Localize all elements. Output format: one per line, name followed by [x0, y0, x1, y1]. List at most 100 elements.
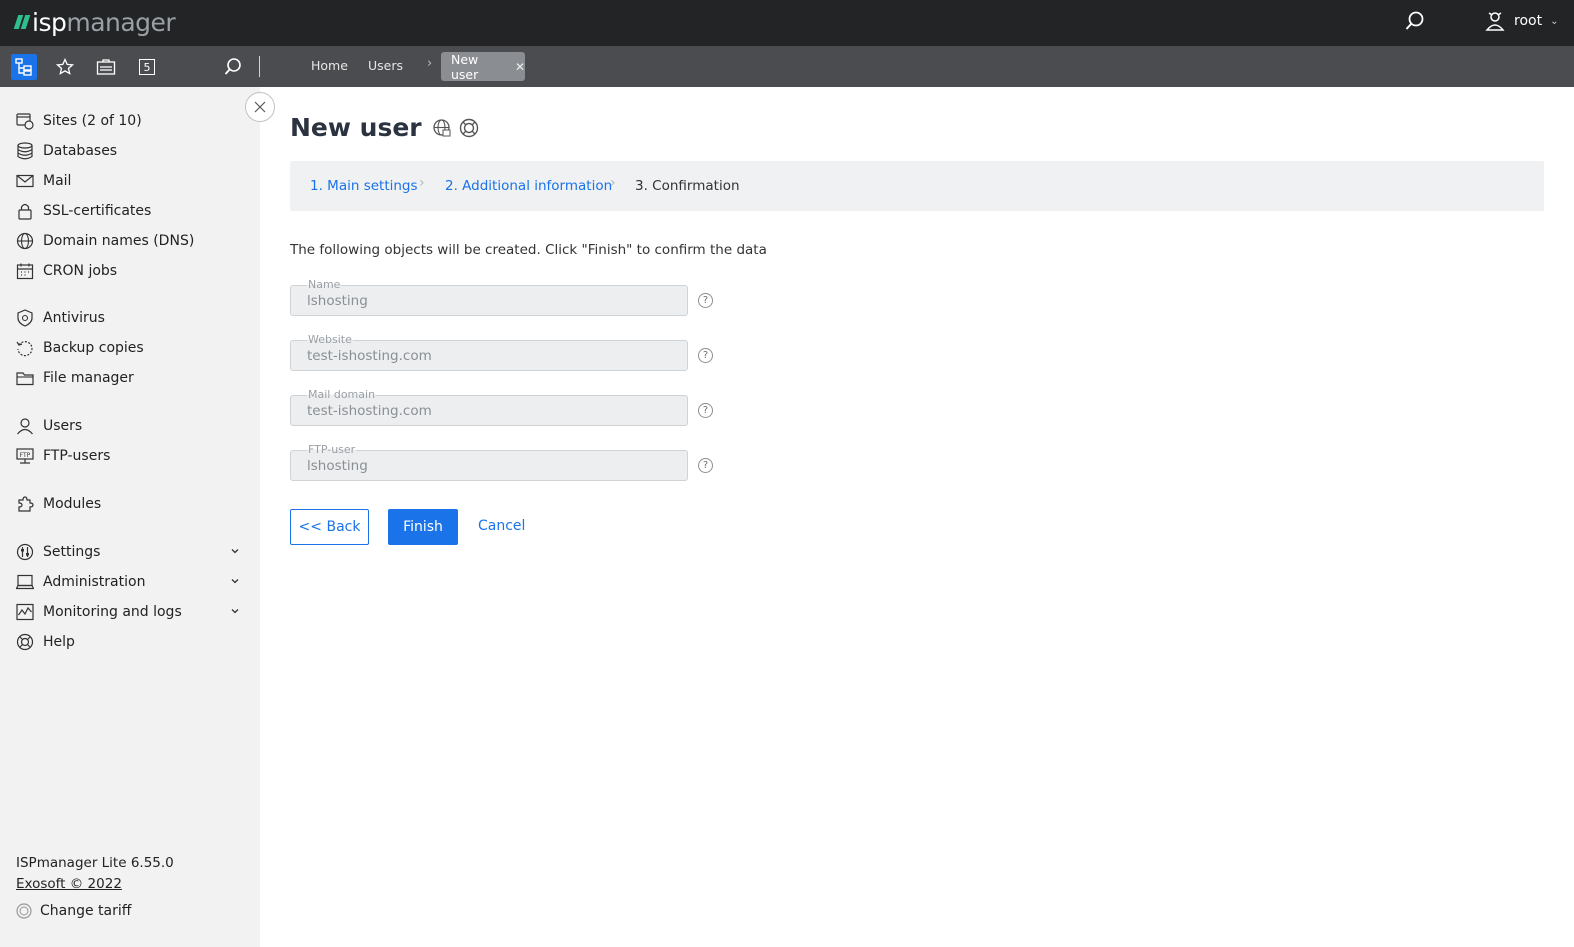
ispmanager-logo[interactable]: ispmanager [13, 7, 176, 37]
sites-icon [16, 112, 34, 130]
puzzle-icon [16, 495, 34, 513]
sidebar-item-backup-copies[interactable]: Backup copies [16, 337, 244, 359]
tariff-icon [16, 903, 32, 919]
sidebar-item-label: FTP-users [43, 448, 111, 464]
logo-text: ispmanager [32, 7, 176, 37]
confirmation-intro: The following objects will be created. C… [290, 242, 767, 258]
ftp-icon: FTP [16, 447, 34, 465]
sidebar-item-label: SSL-certificates [43, 203, 152, 219]
global-search-icon[interactable] [1404, 10, 1426, 32]
close-sidebar-icon[interactable] [245, 92, 275, 122]
help-icon[interactable]: ? [698, 293, 713, 308]
mail-domain-field[interactable]: Mail domain test-ishosting.com [290, 388, 688, 426]
cancel-button[interactable]: Cancel [478, 518, 525, 534]
favorites-star-icon[interactable] [52, 54, 78, 80]
sidebar-item-label: File manager [43, 370, 134, 386]
top-bar: ispmanager root ⌄ [0, 0, 1574, 46]
chevron-down-icon [230, 576, 240, 586]
sidebar-item-administration[interactable]: Administration [16, 571, 244, 593]
sidebar-item-antivirus[interactable]: Antivirus [16, 307, 244, 329]
sidebar-item-monitoring-logs[interactable]: Monitoring and logs [16, 601, 244, 623]
sidebar-item-file-manager[interactable]: File manager [16, 367, 244, 389]
sidebar-item-label: Help [43, 634, 75, 650]
folder-icon [16, 369, 34, 387]
sidebar-item-mail[interactable]: Mail [16, 170, 244, 192]
tab-new-user-label: New user [451, 51, 479, 82]
back-button[interactable]: << Back [290, 509, 369, 545]
calendar-icon [16, 262, 34, 280]
settings-icon [16, 543, 34, 561]
sidebar-item-label: Mail [43, 173, 72, 189]
sidebar-item-help[interactable]: Help [16, 631, 244, 653]
shield-icon [16, 309, 34, 327]
page-title: New user [290, 113, 479, 142]
sidebar-item-settings[interactable]: Settings [16, 541, 244, 563]
sidebar-item-sites[interactable]: Sites (2 of 10) [16, 110, 244, 132]
step-additional-information[interactable]: 2. Additional information [445, 178, 612, 194]
help-icon[interactable]: ? [698, 403, 713, 418]
sidebar-item-label: Modules [43, 496, 102, 512]
step-chevron-icon: › [419, 175, 425, 191]
lifebuoy-icon [16, 633, 34, 651]
ftp-user-field[interactable]: FTP-user lshosting [290, 443, 688, 481]
chevron-down-icon: ⌄ [1550, 15, 1559, 27]
lifebuoy-icon[interactable] [459, 118, 479, 138]
sidebar-item-label: Monitoring and logs [43, 604, 182, 620]
page-title-text: New user [290, 113, 422, 142]
field-label: Mail domain [307, 388, 377, 401]
step-confirmation: 3. Confirmation [635, 178, 740, 194]
close-tab-icon[interactable]: ✕ [515, 60, 525, 74]
globe-help-icon[interactable] [432, 118, 451, 137]
menu-tree-icon[interactable] [11, 54, 37, 80]
database-icon [16, 142, 34, 160]
menu-search-icon[interactable] [220, 54, 246, 80]
wizard-steps: 1. Main settings › 2. Additional informa… [290, 161, 1544, 211]
step-main-settings[interactable]: 1. Main settings [310, 178, 418, 194]
user-icon [16, 417, 34, 435]
sidebar-item-cron-jobs[interactable]: CRON jobs [16, 260, 244, 282]
chevron-down-icon [230, 606, 240, 616]
sidebar-item-ftp-users[interactable]: FTP FTP-users [16, 445, 244, 467]
sidebar-item-label: Settings [43, 544, 101, 560]
website-field[interactable]: Website test-ishosting.com [290, 333, 688, 371]
sidebar-item-label: Users [43, 418, 83, 434]
dashboard-icon[interactable] [93, 54, 119, 80]
mail-icon [16, 172, 34, 190]
logo-prefix: isp [32, 7, 67, 37]
field-value: test-ishosting.com [307, 403, 432, 419]
nav-bar: 5 Home Users › New user ✕ [0, 46, 1574, 87]
sidebar-item-label: Databases [43, 143, 118, 159]
field-value: lshosting [307, 458, 368, 474]
lock-icon [16, 202, 34, 220]
change-tariff-label: Change tariff [40, 903, 132, 919]
sidebar-item-label: Backup copies [43, 340, 144, 356]
field-value: lshosting [307, 293, 368, 309]
finish-button[interactable]: Finish [388, 509, 458, 545]
sidebar-item-databases[interactable]: Databases [16, 140, 244, 162]
sidebar-item-modules[interactable]: Modules [16, 493, 244, 515]
sidebar-item-users[interactable]: Users [16, 415, 244, 437]
breadcrumb-users[interactable]: Users [368, 58, 403, 73]
copyright-link[interactable]: Exosoft © 2022 [16, 876, 122, 892]
field-label: Website [307, 333, 353, 346]
step-chevron-icon: › [610, 175, 616, 191]
sidebar-item-label: Antivirus [43, 310, 105, 326]
name-field[interactable]: Name lshosting [290, 278, 688, 316]
notification-count: 5 [139, 59, 155, 75]
breadcrumb-home[interactable]: Home [311, 58, 348, 73]
breadcrumb-chevron-icon: › [427, 56, 433, 71]
sidebar-item-ssl-certificates[interactable]: SSL-certificates [16, 200, 244, 222]
logo-mark-icon [13, 15, 31, 29]
notifications-counter[interactable]: 5 [134, 54, 160, 80]
nav-divider [259, 56, 260, 77]
sidebar-item-label: Sites (2 of 10) [43, 113, 142, 129]
sidebar: Sites (2 of 10) Databases Mail SSL-certi… [0, 87, 260, 947]
change-tariff-link[interactable]: Change tariff [16, 903, 131, 919]
tab-new-user[interactable]: New user ✕ [441, 51, 525, 82]
sidebar-item-dns[interactable]: Domain names (DNS) [16, 230, 244, 252]
user-avatar-icon [1484, 10, 1506, 32]
help-icon[interactable]: ? [698, 458, 713, 473]
user-menu[interactable]: root ⌄ [1484, 9, 1558, 33]
chart-icon [16, 603, 34, 621]
help-icon[interactable]: ? [698, 348, 713, 363]
